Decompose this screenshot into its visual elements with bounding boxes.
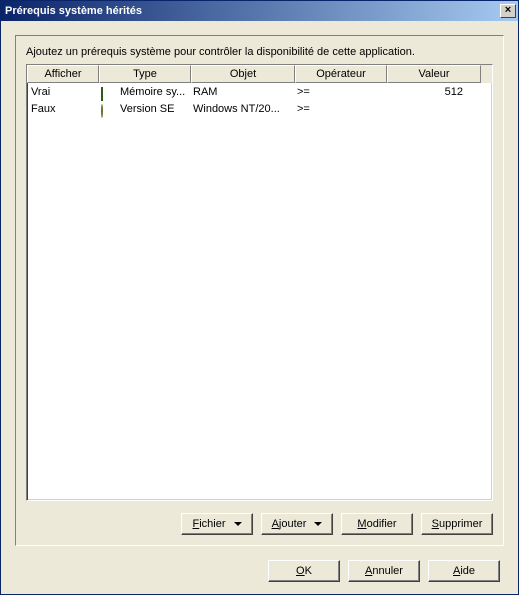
- cell-afficher: Vrai: [27, 84, 99, 101]
- chevron-down-icon: [314, 522, 322, 526]
- cell-type: Mémoire sy...: [99, 84, 191, 101]
- column-header-objet[interactable]: Objet: [191, 65, 295, 83]
- button-label: Modifier: [357, 518, 396, 530]
- ok-button[interactable]: OK: [268, 560, 340, 582]
- dialog-button-row: OK Annuler Aide: [15, 560, 504, 582]
- memory-icon: [101, 86, 117, 100]
- button-label: Fichier: [192, 518, 225, 530]
- table-row[interactable]: Faux Version SE Windows NT/20... >=: [27, 101, 492, 118]
- ajouter-button[interactable]: Ajouter: [261, 513, 333, 535]
- fichier-button[interactable]: Fichier: [181, 513, 253, 535]
- annuler-button[interactable]: Annuler: [348, 560, 420, 582]
- button-label: Annuler: [365, 565, 403, 577]
- column-header-valeur[interactable]: Valeur: [387, 65, 481, 83]
- cell-type: Version SE: [99, 101, 191, 118]
- button-label: Supprimer: [432, 518, 483, 530]
- main-panel: Ajoutez un prérequis système pour contrô…: [15, 35, 504, 546]
- type-label: Mémoire sy...: [120, 84, 185, 101]
- dialog-window: Prérequis système hérités × Ajoutez un p…: [0, 0, 519, 595]
- prerequisites-list[interactable]: Afficher Type Objet Opérateur Valeur Vra…: [26, 64, 493, 501]
- cell-valeur: 512: [387, 84, 481, 101]
- button-label: Ajouter: [272, 518, 307, 530]
- aide-button[interactable]: Aide: [428, 560, 500, 582]
- window-title: Prérequis système hérités: [5, 5, 500, 17]
- list-header-row: Afficher Type Objet Opérateur Valeur: [27, 65, 492, 83]
- cell-afficher: Faux: [27, 101, 99, 118]
- column-header-type[interactable]: Type: [99, 65, 191, 83]
- button-label: Aide: [453, 565, 475, 577]
- column-header-afficher[interactable]: Afficher: [27, 65, 99, 83]
- supprimer-button[interactable]: Supprimer: [421, 513, 493, 535]
- cell-operateur: >=: [295, 84, 387, 101]
- column-header-operateur[interactable]: Opérateur: [295, 65, 387, 83]
- button-label: OK: [296, 565, 312, 577]
- cell-objet: Windows NT/20...: [191, 101, 295, 118]
- chevron-down-icon: [234, 522, 242, 526]
- list-rows: Vrai Mémoire sy... RAM >= 512 Faux: [27, 83, 492, 500]
- instruction-text: Ajoutez un prérequis système pour contrô…: [26, 46, 493, 58]
- cell-operateur: >=: [295, 101, 387, 118]
- type-label: Version SE: [120, 101, 174, 118]
- modifier-button[interactable]: Modifier: [341, 513, 413, 535]
- close-button[interactable]: ×: [500, 4, 516, 18]
- cell-objet: RAM: [191, 84, 295, 101]
- table-row[interactable]: Vrai Mémoire sy... RAM >= 512: [27, 84, 492, 101]
- cell-valeur: [387, 101, 481, 118]
- panel-button-row: Fichier Ajouter Modifier Supprimer: [26, 513, 493, 535]
- content-area: Ajoutez un prérequis système pour contrô…: [1, 21, 518, 594]
- titlebar: Prérequis système hérités ×: [1, 1, 518, 21]
- globe-icon: [101, 103, 117, 117]
